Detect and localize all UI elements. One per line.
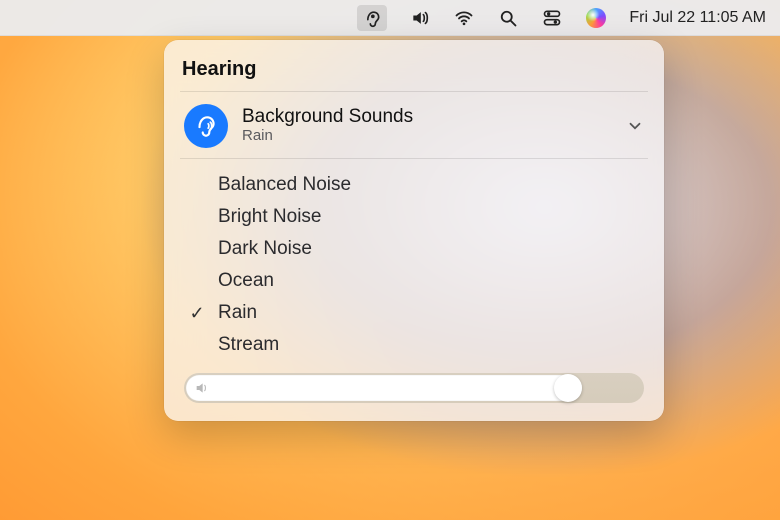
- sound-list: Balanced Noise Bright Noise Dark Noise Ocea…: [178, 167, 650, 373]
- hearing-panel: Hearing Background Sounds Rain Balanced …: [164, 40, 664, 421]
- sound-option[interactable]: Ocean: [184, 265, 644, 297]
- volume-slider-fill: [186, 375, 582, 401]
- background-sounds-title: Background Sounds: [242, 107, 413, 128]
- wifi-icon[interactable]: [453, 7, 475, 29]
- sound-option[interactable]: ✓ Rain: [184, 297, 644, 329]
- ear-sound-icon: [184, 104, 228, 148]
- sound-label: Balanced Noise: [218, 174, 351, 196]
- sound-option[interactable]: Stream: [184, 329, 644, 361]
- speaker-icon: [194, 380, 210, 396]
- sound-option[interactable]: Dark Noise: [184, 233, 644, 265]
- search-icon[interactable]: [497, 7, 519, 29]
- menubar: Fri Jul 22 11:05 AM: [0, 0, 780, 36]
- divider: [180, 158, 648, 159]
- volume-slider-knob[interactable]: [554, 374, 582, 402]
- sound-option[interactable]: Bright Noise: [184, 201, 644, 233]
- sound-label: Stream: [218, 334, 279, 356]
- background-sounds-row[interactable]: Background Sounds Rain: [178, 102, 650, 158]
- divider: [180, 91, 648, 92]
- panel-title: Hearing: [178, 54, 650, 91]
- hearing-icon[interactable]: [357, 5, 387, 31]
- sound-label: Bright Noise: [218, 206, 322, 228]
- control-center-icon[interactable]: [541, 7, 563, 29]
- chevron-down-icon: [626, 117, 644, 135]
- volume-slider[interactable]: [184, 373, 644, 403]
- background-sounds-text: Background Sounds Rain: [242, 107, 413, 146]
- sound-option[interactable]: Balanced Noise: [184, 169, 644, 201]
- menubar-clock[interactable]: Fri Jul 22 11:05 AM: [629, 9, 766, 27]
- sound-label: Ocean: [218, 270, 274, 292]
- volume-slider-row: [178, 373, 650, 403]
- sound-label: Rain: [218, 302, 257, 324]
- volume-icon[interactable]: [409, 7, 431, 29]
- background-sounds-subtitle: Rain: [242, 127, 413, 145]
- sound-label: Dark Noise: [218, 238, 312, 260]
- siri-icon[interactable]: [585, 7, 607, 29]
- checkmark-icon: ✓: [184, 303, 210, 324]
